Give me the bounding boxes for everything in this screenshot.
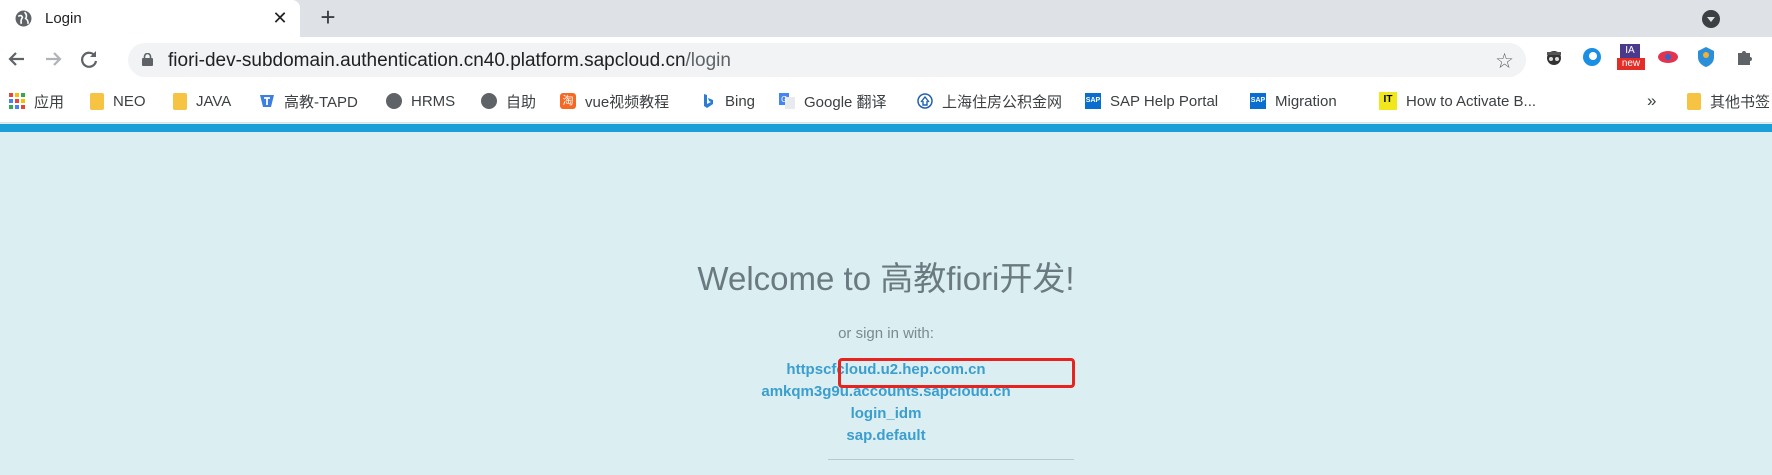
bookmark-label: Migration	[1275, 92, 1337, 110]
login-page: Welcome to 高教fiori开发! or sign in with: h…	[0, 132, 1772, 475]
new-badge: new	[1617, 58, 1645, 70]
bing-icon	[704, 94, 713, 108]
bookmark-migration[interactable]: SAP Migration	[1250, 91, 1337, 111]
it-icon: IT	[1379, 92, 1397, 110]
bookmark-google-translate[interactable]: G Google 翻译	[779, 91, 887, 111]
bookmarks-bar: 应用 NEO JAVA 高教-TAPD HRMS 自助 淘 vue视频教程 Bi…	[0, 81, 1772, 123]
svg-text:G: G	[781, 95, 787, 104]
tab-title: Login	[45, 10, 82, 27]
tab-login[interactable]: Login ✕	[0, 0, 300, 37]
idp-link-sap-default[interactable]: sap.default	[0, 425, 1772, 447]
sap-icon: SAP	[1085, 93, 1101, 109]
bookmark-label: 高教-TAPD	[284, 93, 358, 111]
sap-icon: SAP	[1250, 93, 1266, 109]
url-host: fiori-dev-subdomain.authentication.cn40.…	[168, 50, 686, 71]
bookmark-label: 其他书签	[1710, 93, 1771, 111]
url-path: /login	[685, 50, 731, 71]
idp-link-login-idm[interactable]: login_idm	[0, 403, 1772, 425]
close-icon[interactable]: ✕	[270, 8, 290, 28]
page-accent-bar	[0, 124, 1772, 132]
highlight-annotation	[838, 358, 1075, 388]
tab-strip: Login ✕ +	[0, 0, 1772, 37]
address-bar[interactable]: fiori-dev-subdomain.authentication.cn40.…	[128, 43, 1526, 77]
bookmark-sap-help[interactable]: SAP SAP Help Portal	[1085, 91, 1218, 111]
folder-icon	[90, 92, 104, 110]
extension-du-icon[interactable]	[1655, 44, 1681, 70]
sign-in-prompt: or sign in with:	[838, 325, 934, 342]
extension-spy-icon[interactable]	[1541, 44, 1567, 70]
folder-icon	[1687, 92, 1701, 110]
url-text: fiori-dev-subdomain.authentication.cn40.…	[168, 50, 731, 72]
tapd-icon	[260, 95, 274, 107]
bookmark-apps[interactable]: 应用	[9, 91, 64, 111]
bookmark-label: SAP Help Portal	[1110, 92, 1219, 110]
bookmark-tapd[interactable]: 高教-TAPD	[259, 91, 358, 111]
bookmark-bing[interactable]: Bing	[700, 91, 755, 111]
extension-shield-icon[interactable]	[1693, 44, 1719, 70]
bookmark-hrms[interactable]: HRMS	[386, 91, 455, 111]
bookmark-label: Google 翻译	[804, 93, 887, 111]
bookmark-label: NEO	[113, 92, 146, 110]
lock-icon	[142, 53, 153, 66]
overflow-chevron-icon: »	[1647, 91, 1657, 110]
bookmark-label: 应用	[34, 93, 65, 111]
apps-grid-icon	[9, 93, 25, 109]
bookmark-vue-video[interactable]: 淘 vue视频教程	[560, 91, 669, 111]
bookmark-label: Bing	[725, 92, 756, 110]
bookmark-label: 自助	[506, 93, 537, 111]
extension-ia-icon[interactable]: IA new	[1617, 44, 1645, 70]
housing-fund-icon	[917, 93, 933, 109]
extensions-puzzle-icon[interactable]	[1731, 44, 1757, 70]
divider	[828, 459, 1074, 460]
bookmark-star-icon[interactable]: ☆	[1495, 49, 1514, 74]
back-icon[interactable]	[4, 46, 30, 72]
browser-toolbar: fiori-dev-subdomain.authentication.cn40.…	[0, 37, 1772, 81]
forward-icon[interactable]	[40, 46, 66, 72]
extension-edge-icon[interactable]	[1579, 44, 1605, 70]
video-icon: 淘	[560, 93, 576, 109]
bookmark-label: HRMS	[411, 92, 456, 110]
bookmarks-overflow-button[interactable]: »	[1647, 91, 1656, 111]
reload-icon[interactable]	[76, 46, 102, 72]
globe-icon	[481, 93, 497, 109]
bookmark-how-to-activate[interactable]: IT How to Activate B...	[1379, 91, 1536, 111]
bookmark-other[interactable]: 其他书签	[1687, 91, 1770, 111]
bookmark-label: 上海住房公积金网	[942, 93, 1063, 111]
translate-icon: G	[779, 93, 795, 109]
bookmark-neo[interactable]: NEO	[90, 91, 146, 111]
globe-icon	[386, 93, 402, 109]
new-tab-button[interactable]: +	[316, 4, 340, 30]
bookmark-housing-fund[interactable]: 上海住房公积金网	[917, 91, 1062, 111]
bookmark-self-service[interactable]: 自助	[481, 91, 536, 111]
folder-icon	[173, 92, 187, 110]
welcome-heading: Welcome to 高教fiori开发!	[697, 260, 1075, 297]
bookmark-label: vue视频教程	[585, 93, 670, 111]
tab-search-icon[interactable]	[1702, 10, 1720, 28]
bookmark-java[interactable]: JAVA	[173, 91, 231, 111]
bookmark-label: JAVA	[196, 92, 232, 110]
bookmark-label: How to Activate B...	[1406, 92, 1537, 110]
globe-icon	[15, 10, 32, 27]
